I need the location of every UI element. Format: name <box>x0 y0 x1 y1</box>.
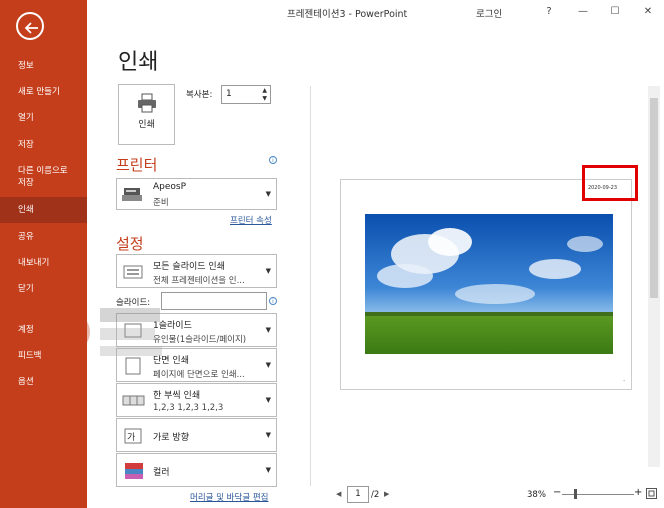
sidebar-item-new[interactable]: 새로 만들기 <box>0 86 87 98</box>
chevron-down-icon: ▼ <box>265 267 271 275</box>
zoom-level: 38% <box>527 490 546 500</box>
backstage-sidebar: 정보 새로 만들기 열기 저장 다른 이름으로 저장 인쇄 공유 내보내기 닫기… <box>0 0 87 508</box>
copies-value: 1 <box>226 89 232 99</box>
zoom-slider-thumb[interactable] <box>574 489 577 499</box>
collate-icon <box>122 395 145 406</box>
close-button[interactable]: ✕ <box>636 2 660 22</box>
chevron-down-icon: ▼ <box>265 466 271 474</box>
color-dropdown[interactable]: 컬러 ▼ <box>116 453 277 487</box>
printer-heading: 프린터 <box>116 156 158 174</box>
landscape-image <box>365 214 613 354</box>
settings-heading: 설정 <box>116 235 144 253</box>
printer-icon <box>138 93 156 113</box>
printer-device-icon <box>122 188 142 201</box>
preview-footer-dot: · <box>623 378 625 385</box>
zoom-slider[interactable] <box>562 494 634 495</box>
printer-status: 준비 <box>153 198 169 208</box>
collate-desc: 1,2,3 1,2,3 1,2,3 <box>153 403 224 413</box>
sidebar-item-print[interactable]: 인쇄 <box>0 197 87 223</box>
print-range-desc: 전체 프레젠테이션을 인... <box>153 276 245 286</box>
sidebar-item-save-as[interactable]: 다른 이름으로 저장 <box>0 165 87 189</box>
scrollbar-thumb[interactable] <box>650 98 658 298</box>
sidebar-item-export[interactable]: 내보내기 <box>0 257 87 269</box>
color-label: 컬러 <box>153 468 170 478</box>
sidebar-item-share[interactable]: 공유 <box>0 231 87 243</box>
svg-text:가: 가 <box>127 432 135 443</box>
help-button[interactable]: ? <box>537 2 561 22</box>
page-title: 인쇄 <box>118 50 159 75</box>
print-preview-page: 2020-09-23 · <box>340 179 632 390</box>
info-icon[interactable]: i <box>269 297 277 305</box>
copies-stepper[interactable]: 1 ▲ ▼ <box>221 85 271 104</box>
printer-name: ApeosP <box>153 182 187 192</box>
document-title: 프레젠테이션3 - PowerPoint <box>287 9 408 20</box>
title-bar: 프레젠테이션3 - PowerPoint 로그인 ? — ☐ ✕ <box>87 0 664 24</box>
info-icon[interactable]: i <box>269 156 277 164</box>
date-highlight-box <box>582 165 638 201</box>
chevron-down-icon: ▼ <box>265 361 271 369</box>
chevron-down-icon: ▼ <box>265 396 271 404</box>
chevron-down-icon: ▼ <box>265 431 271 439</box>
fit-to-window-icon[interactable] <box>646 488 657 499</box>
maximize-button[interactable]: ☐ <box>603 2 627 22</box>
print-button-label: 인쇄 <box>138 120 155 130</box>
login-link[interactable]: 로그인 <box>476 6 502 20</box>
minimize-button[interactable]: — <box>571 2 595 22</box>
collate-label: 한 부씩 인쇄 <box>153 391 201 401</box>
slides-input[interactable] <box>161 292 267 310</box>
print-button[interactable]: 인쇄 <box>118 84 175 145</box>
print-range-dropdown[interactable]: 모든 슬라이드 인쇄 전체 프레젠테이션을 인... ▼ <box>116 254 277 288</box>
page-number-input[interactable]: 1 <box>347 486 369 503</box>
printer-properties-link[interactable]: 프린터 속성 <box>230 214 272 226</box>
chevron-down-icon: ▼ <box>265 190 271 198</box>
sidebar-item-open[interactable]: 열기 <box>0 112 87 124</box>
spin-arrows-icon[interactable]: ▲ ▼ <box>262 87 267 103</box>
sidebar-item-close[interactable]: 닫기 <box>0 283 87 295</box>
orientation-label: 가로 방향 <box>153 433 189 443</box>
color-icon <box>125 463 143 479</box>
orientation-dropdown[interactable]: 가 가로 방향 ▼ <box>116 418 277 452</box>
next-page-icon[interactable]: ▶ <box>384 490 389 498</box>
slides-icon <box>123 265 143 279</box>
slide-photo <box>365 214 613 354</box>
back-button[interactable] <box>16 12 44 40</box>
prev-page-icon[interactable]: ◀ <box>336 490 341 498</box>
back-arrow-icon <box>24 22 38 34</box>
sidebar-item-save[interactable]: 저장 <box>0 139 87 151</box>
print-range-label: 모든 슬라이드 인쇄 <box>153 262 225 272</box>
printer-dropdown[interactable]: ApeosP 준비 ▼ <box>116 178 277 210</box>
watermark-logo <box>50 308 162 356</box>
landscape-icon: 가 <box>124 428 142 444</box>
zoom-out-button[interactable]: − <box>553 487 561 498</box>
page-total: /2 <box>371 490 380 500</box>
panel-divider <box>310 86 311 486</box>
zoom-in-button[interactable]: + <box>634 487 642 498</box>
chevron-down-icon: ▼ <box>265 326 271 334</box>
header-footer-link[interactable]: 머리글 및 바닥글 편집 <box>190 491 269 503</box>
copies-label: 복사본: <box>186 90 213 100</box>
sidebar-item-info[interactable]: 정보 <box>0 60 87 72</box>
sidebar-item-options[interactable]: 옵션 <box>0 376 87 388</box>
collate-dropdown[interactable]: 한 부씩 인쇄 1,2,3 1,2,3 1,2,3 ▼ <box>116 383 277 417</box>
preview-scrollbar[interactable] <box>648 86 660 467</box>
